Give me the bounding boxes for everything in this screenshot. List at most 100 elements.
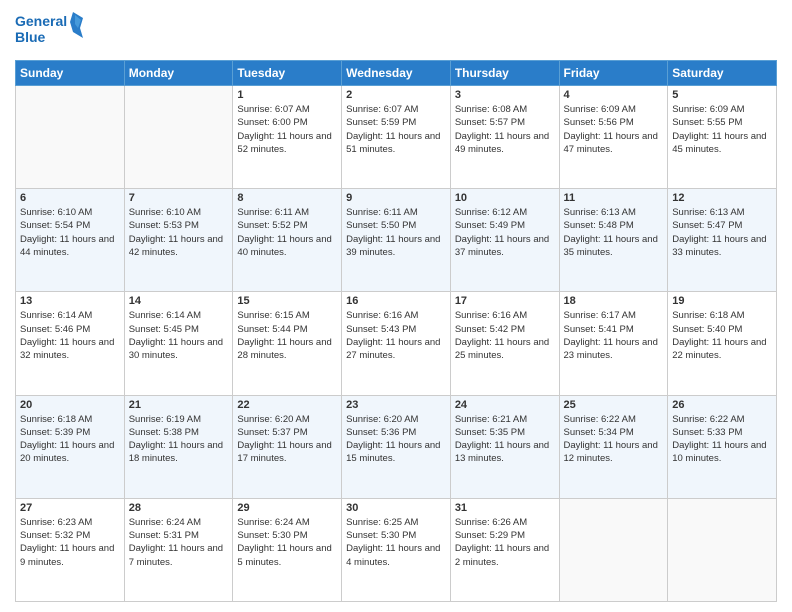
sunset-text: Sunset: 5:31 PM xyxy=(129,530,199,541)
page: General Blue SundayMondayTuesdayWednesda… xyxy=(0,0,792,612)
day-number: 11 xyxy=(564,192,664,204)
calendar-cell: 28 Sunrise: 6:24 AM Sunset: 5:31 PM Dayl… xyxy=(124,498,233,601)
day-header-saturday: Saturday xyxy=(668,61,777,86)
sunset-text: Sunset: 5:44 PM xyxy=(237,324,307,335)
calendar-cell: 18 Sunrise: 6:17 AM Sunset: 5:41 PM Dayl… xyxy=(559,292,668,395)
sunset-text: Sunset: 5:45 PM xyxy=(129,324,199,335)
daylight-text: Daylight: 11 hours and 49 minutes. xyxy=(455,131,549,155)
day-info: Sunrise: 6:26 AM Sunset: 5:29 PM Dayligh… xyxy=(455,516,555,569)
sunset-text: Sunset: 5:34 PM xyxy=(564,427,634,438)
sunset-text: Sunset: 5:49 PM xyxy=(455,220,525,231)
calendar-cell: 10 Sunrise: 6:12 AM Sunset: 5:49 PM Dayl… xyxy=(450,189,559,292)
day-number: 30 xyxy=(346,502,446,514)
calendar-header: SundayMondayTuesdayWednesdayThursdayFrid… xyxy=(16,61,777,86)
sunset-text: Sunset: 5:48 PM xyxy=(564,220,634,231)
sunset-text: Sunset: 5:53 PM xyxy=(129,220,199,231)
week-row-2: 6 Sunrise: 6:10 AM Sunset: 5:54 PM Dayli… xyxy=(16,189,777,292)
day-number: 27 xyxy=(20,502,120,514)
sunrise-text: Sunrise: 6:22 AM xyxy=(672,414,744,425)
daylight-text: Daylight: 11 hours and 13 minutes. xyxy=(455,440,549,464)
sunset-text: Sunset: 5:30 PM xyxy=(346,530,416,541)
sunrise-text: Sunrise: 6:16 AM xyxy=(455,310,527,321)
daylight-text: Daylight: 11 hours and 35 minutes. xyxy=(564,234,658,258)
day-number: 14 xyxy=(129,295,229,307)
sunrise-text: Sunrise: 6:13 AM xyxy=(672,207,744,218)
sunrise-text: Sunrise: 6:18 AM xyxy=(672,310,744,321)
day-number: 20 xyxy=(20,399,120,411)
daylight-text: Daylight: 11 hours and 22 minutes. xyxy=(672,337,766,361)
sunrise-text: Sunrise: 6:24 AM xyxy=(237,517,309,528)
day-info: Sunrise: 6:23 AM Sunset: 5:32 PM Dayligh… xyxy=(20,516,120,569)
day-number: 25 xyxy=(564,399,664,411)
calendar-body: 1 Sunrise: 6:07 AM Sunset: 6:00 PM Dayli… xyxy=(16,86,777,602)
day-number: 2 xyxy=(346,89,446,101)
logo: General Blue xyxy=(15,10,85,52)
sunset-text: Sunset: 5:54 PM xyxy=(20,220,90,231)
day-number: 10 xyxy=(455,192,555,204)
daylight-text: Daylight: 11 hours and 33 minutes. xyxy=(672,234,766,258)
sunrise-text: Sunrise: 6:07 AM xyxy=(237,104,309,115)
calendar-cell: 27 Sunrise: 6:23 AM Sunset: 5:32 PM Dayl… xyxy=(16,498,125,601)
day-info: Sunrise: 6:19 AM Sunset: 5:38 PM Dayligh… xyxy=(129,413,229,466)
sunset-text: Sunset: 5:50 PM xyxy=(346,220,416,231)
day-number: 15 xyxy=(237,295,337,307)
week-row-3: 13 Sunrise: 6:14 AM Sunset: 5:46 PM Dayl… xyxy=(16,292,777,395)
daylight-text: Daylight: 11 hours and 5 minutes. xyxy=(237,543,331,567)
daylight-text: Daylight: 11 hours and 47 minutes. xyxy=(564,131,658,155)
calendar-cell: 30 Sunrise: 6:25 AM Sunset: 5:30 PM Dayl… xyxy=(342,498,451,601)
calendar-cell xyxy=(668,498,777,601)
svg-text:General: General xyxy=(15,13,67,29)
day-info: Sunrise: 6:24 AM Sunset: 5:30 PM Dayligh… xyxy=(237,516,337,569)
day-info: Sunrise: 6:12 AM Sunset: 5:49 PM Dayligh… xyxy=(455,206,555,259)
day-number: 13 xyxy=(20,295,120,307)
calendar-cell: 20 Sunrise: 6:18 AM Sunset: 5:39 PM Dayl… xyxy=(16,395,125,498)
daylight-text: Daylight: 11 hours and 28 minutes. xyxy=(237,337,331,361)
day-info: Sunrise: 6:13 AM Sunset: 5:48 PM Dayligh… xyxy=(564,206,664,259)
sunset-text: Sunset: 5:40 PM xyxy=(672,324,742,335)
calendar-cell: 3 Sunrise: 6:08 AM Sunset: 5:57 PM Dayli… xyxy=(450,86,559,189)
header-row: SundayMondayTuesdayWednesdayThursdayFrid… xyxy=(16,61,777,86)
calendar-cell xyxy=(16,86,125,189)
calendar-cell: 25 Sunrise: 6:22 AM Sunset: 5:34 PM Dayl… xyxy=(559,395,668,498)
sunrise-text: Sunrise: 6:14 AM xyxy=(20,310,92,321)
day-info: Sunrise: 6:16 AM Sunset: 5:42 PM Dayligh… xyxy=(455,309,555,362)
day-number: 31 xyxy=(455,502,555,514)
day-info: Sunrise: 6:10 AM Sunset: 5:53 PM Dayligh… xyxy=(129,206,229,259)
day-info: Sunrise: 6:09 AM Sunset: 5:55 PM Dayligh… xyxy=(672,103,772,156)
calendar-cell: 2 Sunrise: 6:07 AM Sunset: 5:59 PM Dayli… xyxy=(342,86,451,189)
day-header-friday: Friday xyxy=(559,61,668,86)
calendar-cell: 7 Sunrise: 6:10 AM Sunset: 5:53 PM Dayli… xyxy=(124,189,233,292)
sunset-text: Sunset: 5:42 PM xyxy=(455,324,525,335)
sunset-text: Sunset: 5:55 PM xyxy=(672,117,742,128)
day-number: 21 xyxy=(129,399,229,411)
day-number: 29 xyxy=(237,502,337,514)
day-header-sunday: Sunday xyxy=(16,61,125,86)
day-info: Sunrise: 6:14 AM Sunset: 5:46 PM Dayligh… xyxy=(20,309,120,362)
sunrise-text: Sunrise: 6:08 AM xyxy=(455,104,527,115)
sunset-text: Sunset: 5:57 PM xyxy=(455,117,525,128)
sunset-text: Sunset: 5:59 PM xyxy=(346,117,416,128)
daylight-text: Daylight: 11 hours and 2 minutes. xyxy=(455,543,549,567)
header: General Blue xyxy=(15,10,777,52)
calendar-cell: 29 Sunrise: 6:24 AM Sunset: 5:30 PM Dayl… xyxy=(233,498,342,601)
daylight-text: Daylight: 11 hours and 9 minutes. xyxy=(20,543,114,567)
week-row-5: 27 Sunrise: 6:23 AM Sunset: 5:32 PM Dayl… xyxy=(16,498,777,601)
day-info: Sunrise: 6:07 AM Sunset: 6:00 PM Dayligh… xyxy=(237,103,337,156)
calendar-cell: 11 Sunrise: 6:13 AM Sunset: 5:48 PM Dayl… xyxy=(559,189,668,292)
sunset-text: Sunset: 6:00 PM xyxy=(237,117,307,128)
sunset-text: Sunset: 5:41 PM xyxy=(564,324,634,335)
daylight-text: Daylight: 11 hours and 52 minutes. xyxy=(237,131,331,155)
sunset-text: Sunset: 5:37 PM xyxy=(237,427,307,438)
calendar-cell xyxy=(559,498,668,601)
sunrise-text: Sunrise: 6:17 AM xyxy=(564,310,636,321)
day-header-thursday: Thursday xyxy=(450,61,559,86)
sunrise-text: Sunrise: 6:16 AM xyxy=(346,310,418,321)
calendar-cell: 12 Sunrise: 6:13 AM Sunset: 5:47 PM Dayl… xyxy=(668,189,777,292)
week-row-4: 20 Sunrise: 6:18 AM Sunset: 5:39 PM Dayl… xyxy=(16,395,777,498)
day-info: Sunrise: 6:07 AM Sunset: 5:59 PM Dayligh… xyxy=(346,103,446,156)
sunrise-text: Sunrise: 6:07 AM xyxy=(346,104,418,115)
calendar-cell: 8 Sunrise: 6:11 AM Sunset: 5:52 PM Dayli… xyxy=(233,189,342,292)
calendar-cell: 31 Sunrise: 6:26 AM Sunset: 5:29 PM Dayl… xyxy=(450,498,559,601)
sunrise-text: Sunrise: 6:11 AM xyxy=(237,207,309,218)
logo-svg: General Blue xyxy=(15,10,85,52)
